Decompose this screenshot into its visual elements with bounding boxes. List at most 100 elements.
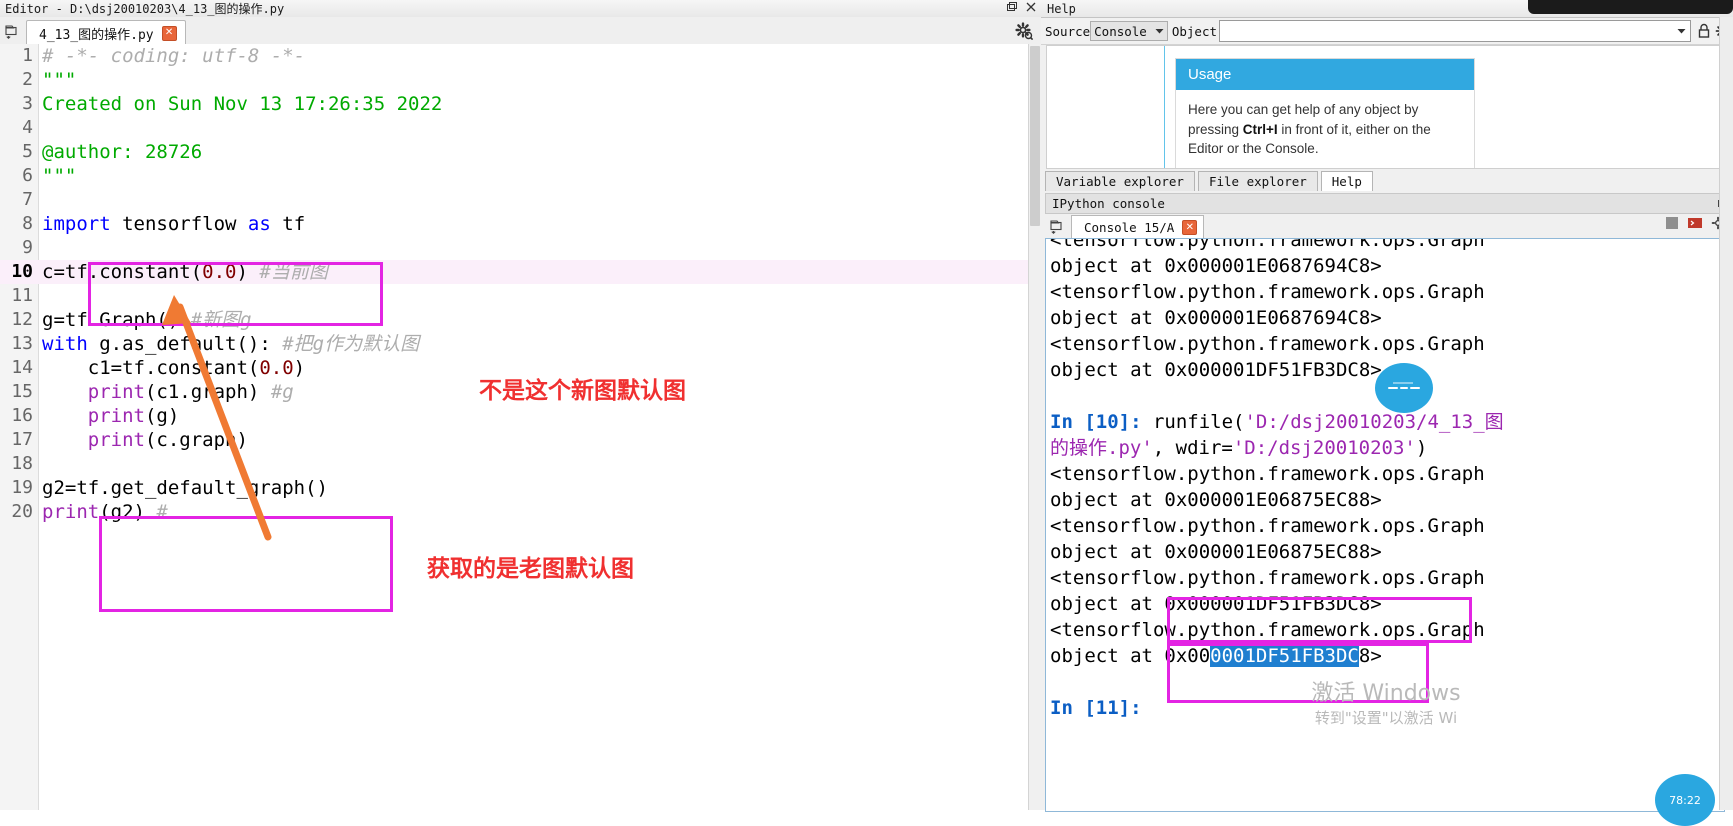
code-line[interactable]: 10 c=tf.constant(0.0) #当前图 bbox=[0, 260, 1041, 284]
panel-tab-label: Variable explorer bbox=[1056, 174, 1184, 189]
code-line-text: print(c.graph) bbox=[87, 429, 248, 451]
lock-icon[interactable] bbox=[1697, 23, 1711, 39]
help-vertical-divider bbox=[1164, 46, 1165, 168]
line-number: 14 bbox=[11, 357, 33, 378]
editor-file-tab-close-icon[interactable]: ✕ bbox=[161, 25, 177, 41]
line-number: 2 bbox=[22, 69, 33, 90]
line-number: 9 bbox=[22, 237, 33, 258]
chevron-down-icon bbox=[1155, 28, 1164, 33]
editor-scrollbar-thumb[interactable] bbox=[1030, 46, 1040, 226]
help-source-select[interactable]: Console bbox=[1090, 21, 1168, 41]
code-line[interactable]: 3 Created on Sun Nov 13 17:26:35 2022 bbox=[0, 92, 1041, 116]
spyder-ide-window: Editor - D:\dsj20010203\4_13_图的操作.py 4_1… bbox=[0, 0, 1733, 826]
line-number: 17 bbox=[11, 429, 33, 450]
console-line: object at 0x000001E0687694C8> bbox=[1050, 307, 1382, 329]
panel-tab-file-explorer[interactable]: File explorer bbox=[1197, 171, 1318, 191]
panel-tab-help[interactable]: Help bbox=[1320, 171, 1373, 191]
code-line[interactable]: 18 bbox=[0, 452, 1041, 476]
code-line-text: print(g2) # bbox=[42, 501, 168, 523]
console-line: object at 0x000001DF51FB3DC8> bbox=[1050, 593, 1382, 615]
code-editor[interactable]: 1 # -*- coding: utf-8 -*- 2 """ 3 Created on … bbox=[0, 44, 1041, 810]
console-tab-close-icon[interactable]: ✕ bbox=[1182, 220, 1198, 235]
console-line: object at 0x000001DF51FB3DC8> bbox=[1050, 645, 1382, 667]
undock-icon[interactable] bbox=[1006, 1, 1018, 13]
help-object-input[interactable] bbox=[1219, 20, 1691, 42]
usage-card-body: Here you can get help of any object by p… bbox=[1176, 90, 1474, 168]
usage-line-2-pre: pressing bbox=[1188, 121, 1243, 137]
right-pane: Help Source Console Object Usage Here yo… bbox=[1041, 0, 1733, 826]
annotation-note-line19: 获取的是老图默认图 bbox=[427, 556, 634, 582]
panel-tab-variable-explorer[interactable]: Variable explorer bbox=[1045, 171, 1195, 191]
usage-line-2: pressing Ctrl+I in front of it, either o… bbox=[1188, 120, 1462, 140]
annotation-note-line13: 不是这个新图默认图 bbox=[479, 378, 686, 404]
code-line[interactable]: 19 g2=tf.get_default_graph() bbox=[0, 476, 1041, 500]
console-line-list: <tensorflow.python.framework.ops.Graph ob… bbox=[1046, 239, 1724, 721]
open-console-icon[interactable] bbox=[1687, 216, 1703, 230]
console-line: <tensorflow.python.framework.ops.Graph bbox=[1050, 515, 1485, 537]
code-line[interactable]: 17 print(c.graph) bbox=[0, 428, 1041, 452]
help-object-label: Object bbox=[1171, 23, 1217, 39]
code-line-list: 1 # -*- coding: utf-8 -*- 2 """ 3 Created on … bbox=[0, 44, 1041, 524]
code-line-text: """ bbox=[42, 165, 77, 187]
panel-tab-label: Help bbox=[1331, 174, 1362, 189]
usage-line-2-post: in front of it, either on the bbox=[1277, 121, 1431, 137]
ipython-console-title: IPython console bbox=[1052, 196, 1165, 211]
editor-titlebar-buttons bbox=[1006, 1, 1037, 13]
chevron-down-icon[interactable] bbox=[1677, 28, 1686, 35]
line-number: 3 bbox=[22, 93, 33, 114]
help-content-area: Usage Here you can get help of any objec… bbox=[1046, 45, 1730, 169]
top-right-overlay bbox=[1528, 0, 1733, 14]
usage-card-title: Usage bbox=[1176, 59, 1474, 90]
line-number: 4 bbox=[22, 117, 33, 138]
code-line[interactable]: 13 with g.as_default(): #把g作为默认图 bbox=[0, 332, 1041, 356]
console-line: object at 0x000001E0687694C8> bbox=[1050, 255, 1382, 277]
editor-window-title: Editor - D:\dsj20010203\4_13_图的操作.py bbox=[5, 2, 285, 16]
line-number: 7 bbox=[22, 189, 33, 210]
code-line[interactable]: 5 @author: 28726 bbox=[0, 140, 1041, 164]
console-tab[interactable]: Console 15/A ✕ bbox=[1071, 215, 1205, 239]
line-number: 12 bbox=[11, 309, 33, 330]
browse-consoles-icon[interactable] bbox=[1045, 213, 1071, 239]
editor-tabstrip: 4_13_图的操作.py ✕ bbox=[0, 17, 1041, 45]
code-line[interactable]: 7 bbox=[0, 188, 1041, 212]
line-number: 8 bbox=[22, 213, 33, 234]
editor-pane: Editor - D:\dsj20010203\4_13_图的操作.py 4_1… bbox=[0, 0, 1041, 810]
console-line: <tensorflow.python.framework.ops.Graph bbox=[1050, 333, 1485, 355]
console-tab-label: Console 15/A bbox=[1084, 220, 1175, 235]
code-line-text: Created on Sun Nov 13 17:26:35 2022 bbox=[42, 93, 443, 115]
code-line-text: g=tf.Graph() #新图g bbox=[42, 309, 252, 331]
help-source-label: Source bbox=[1045, 23, 1091, 39]
line-number: 18 bbox=[11, 453, 33, 474]
code-line-text: g2=tf.get_default_graph() bbox=[42, 477, 328, 499]
code-line[interactable]: 6 """ bbox=[0, 164, 1041, 188]
code-line-text: with g.as_default(): #把g作为默认图 bbox=[42, 333, 420, 355]
help-toolbar: Source Console Object bbox=[1041, 18, 1733, 45]
usage-line-3: Editor or the Console. bbox=[1188, 141, 1319, 157]
badge-glyph-icon bbox=[1388, 382, 1420, 389]
code-line[interactable]: 9 bbox=[0, 236, 1041, 260]
code-line[interactable]: 8 import tensorflow as tf bbox=[0, 212, 1041, 236]
code-line[interactable]: 12 g=tf.Graph() #新图g bbox=[0, 308, 1041, 332]
console-line: <tensorflow.python.framework.ops.Graph bbox=[1050, 567, 1485, 589]
close-icon[interactable] bbox=[1025, 1, 1037, 13]
console-line: <tensorflow.python.framework.ops.Graph bbox=[1050, 463, 1485, 485]
help-window-title: Help bbox=[1047, 1, 1076, 16]
console-line: In [10]: runfile('D:/dsj20010203/4_13_图 bbox=[1050, 411, 1504, 433]
editor-scrollbar[interactable] bbox=[1028, 44, 1041, 810]
browse-tabs-icon[interactable] bbox=[0, 18, 26, 44]
stop-icon[interactable] bbox=[1665, 216, 1679, 230]
line-number: 16 bbox=[11, 405, 33, 426]
code-line[interactable]: 20 print(g2) # bbox=[0, 500, 1041, 524]
code-line[interactable]: 16 print(g) bbox=[0, 404, 1041, 428]
line-number: 19 bbox=[11, 477, 33, 498]
code-line[interactable]: 4 bbox=[0, 116, 1041, 140]
code-line[interactable]: 1 # -*- coding: utf-8 -*- bbox=[0, 44, 1041, 68]
line-number: 13 bbox=[11, 333, 33, 354]
blue-badge-bottom-label: 78:22 bbox=[1669, 793, 1701, 807]
code-line-text: # -*- coding: utf-8 -*- bbox=[42, 45, 306, 67]
gear-icon[interactable] bbox=[1015, 22, 1034, 41]
code-line[interactable]: 11 bbox=[0, 284, 1041, 308]
editor-file-tab[interactable]: 4_13_图的操作.py ✕ bbox=[26, 20, 186, 45]
code-line[interactable]: 2 """ bbox=[0, 68, 1041, 92]
watermark-line-1: 激活 Windows bbox=[1311, 681, 1461, 706]
